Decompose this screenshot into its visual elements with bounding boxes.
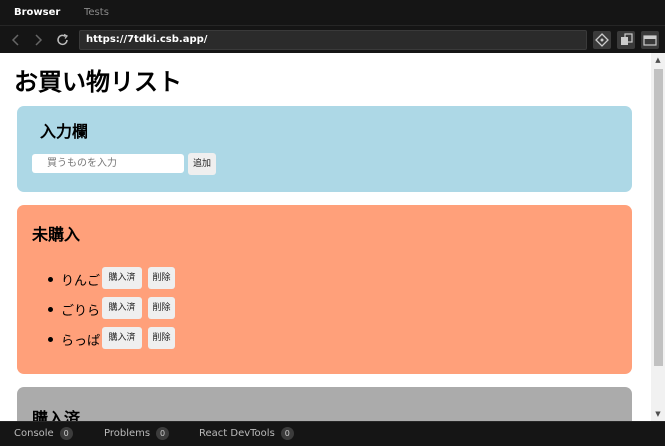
problems-count-badge: 0 [156,427,170,440]
item-name: らっぱ [61,334,101,349]
bullet-icon [48,307,53,312]
page-scrollbar[interactable]: ▲ ▼ [651,53,665,421]
console-count-badge: 0 [59,427,73,440]
browser-toolbar: https://7tdki.csb.app/ [0,27,665,53]
list-item: らっぱ 購入済 削除 [48,327,348,357]
scroll-thumb[interactable] [654,69,663,366]
console-tab[interactable]: Console 0 [14,422,73,446]
forward-icon[interactable] [29,31,47,49]
delete-button[interactable]: 削除 [148,267,175,289]
browser-tabbar: Browser Tests [0,0,665,26]
item-name: ごりら [61,304,101,319]
problems-tab[interactable]: Problems 0 [104,422,170,446]
delete-button[interactable]: 削除 [148,297,175,319]
delete-button[interactable]: 削除 [148,327,175,349]
page-viewport: お買い物リスト 入力欄 追加 未購入 りんご 購入済 削除 ごりら 購入済 削除… [0,53,651,421]
purchased-section-heading: 購入済 [32,411,81,421]
bullet-icon [48,337,53,342]
devtools-statusbar: Console 0 Problems 0 React DevTools 0 [0,421,665,446]
purchased-section: 購入済 [17,387,632,421]
mark-purchased-button[interactable]: 購入済 [102,327,142,349]
react-devtools-tab[interactable]: React DevTools 0 [199,422,294,446]
add-button[interactable]: 追加 [188,153,216,175]
url-input[interactable]: https://7tdki.csb.app/ [79,30,587,50]
split-icon[interactable] [641,31,659,49]
back-icon[interactable] [7,31,25,49]
react-devtools-count-badge: 0 [280,427,294,440]
input-section: 入力欄 追加 [17,106,632,192]
list-item: りんご 購入済 削除 [48,267,348,297]
pending-list: りんご 購入済 削除 ごりら 購入済 削除 らっぱ 購入済 削除 [48,267,348,357]
list-item: ごりら 購入済 削除 [48,297,348,327]
refresh-icon[interactable] [54,31,72,49]
window-icon[interactable] [617,31,635,49]
device-icon[interactable] [593,31,611,49]
pending-section: 未購入 りんご 購入済 削除 ごりら 購入済 削除 らっぱ 購入済 削除 [17,205,632,374]
scroll-up-icon[interactable]: ▲ [651,53,665,67]
scroll-down-icon[interactable]: ▼ [651,407,665,421]
item-input[interactable] [32,154,184,173]
pending-section-heading: 未購入 [32,227,81,244]
tab-browser[interactable]: Browser [0,0,74,26]
console-label: Console [14,428,54,439]
bullet-icon [48,277,53,282]
input-section-heading: 入力欄 [40,124,89,141]
mark-purchased-button[interactable]: 購入済 [102,297,142,319]
tab-tests[interactable]: Tests [72,0,121,26]
item-name: りんご [61,274,101,289]
problems-label: Problems [104,428,151,439]
react-devtools-label: React DevTools [199,428,275,439]
mark-purchased-button[interactable]: 購入済 [102,267,142,289]
page-title: お買い物リスト [14,69,182,96]
